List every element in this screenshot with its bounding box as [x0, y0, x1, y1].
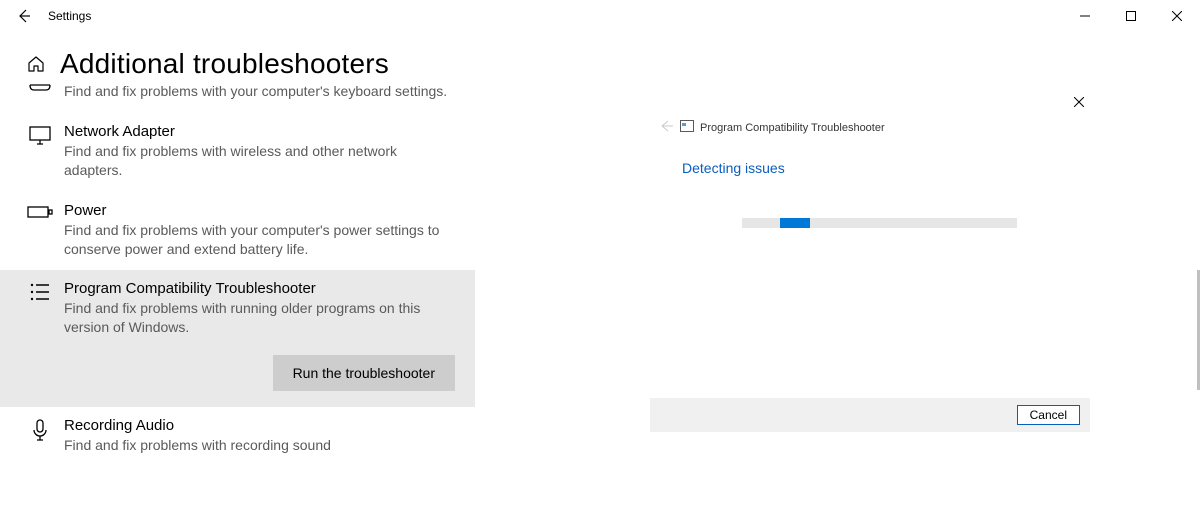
progress-bar: [742, 218, 1017, 228]
minimize-icon: [1080, 11, 1090, 21]
wizard-title: Program Compatibility Troubleshooter: [700, 122, 885, 134]
cancel-button[interactable]: Cancel: [1017, 405, 1080, 425]
run-troubleshooter-button[interactable]: Run the troubleshooter: [273, 355, 455, 391]
troubleshooter-title: Program Compatibility Troubleshooter: [64, 280, 455, 297]
home-icon[interactable]: [24, 52, 48, 76]
troubleshooter-desc: Find and fix problems with your computer…: [64, 82, 455, 101]
wizard-status: Detecting issues: [682, 160, 785, 176]
wizard-close-button[interactable]: [1074, 94, 1084, 110]
troubleshooter-title: Network Adapter: [64, 123, 455, 140]
close-icon: [1172, 11, 1182, 21]
keyboard-icon: [28, 84, 52, 94]
microphone-icon: [31, 419, 49, 443]
troubleshooter-recording-audio[interactable]: Recording Audio Find and fix problems wi…: [0, 407, 475, 467]
troubleshooter-title: Recording Audio: [64, 417, 455, 434]
battery-icon: [27, 204, 53, 220]
troubleshooter-keyboard[interactable]: Find and fix problems with your computer…: [0, 80, 475, 113]
wizard-back-icon[interactable]: [660, 120, 674, 135]
troubleshooter-program-compatibility[interactable]: Program Compatibility Troubleshooter Fin…: [0, 270, 475, 407]
troubleshooter-title: Power: [64, 202, 455, 219]
maximize-button[interactable]: [1108, 0, 1154, 32]
monitor-icon: [28, 125, 52, 147]
list-icon: [29, 282, 51, 302]
troubleshooter-desc: Find and fix problems with recording sou…: [64, 436, 455, 455]
troubleshooter-desc: Find and fix problems with wireless and …: [64, 142, 455, 180]
troubleshooter-network[interactable]: Network Adapter Find and fix problems wi…: [0, 113, 475, 192]
page-title: Additional troubleshooters: [60, 48, 389, 80]
minimize-button[interactable]: [1062, 0, 1108, 32]
troubleshooter-power[interactable]: Power Find and fix problems with your co…: [0, 192, 475, 271]
close-icon: [1074, 97, 1084, 107]
close-button[interactable]: [1154, 0, 1200, 32]
maximize-icon: [1126, 11, 1136, 21]
wizard-app-icon: [680, 120, 694, 135]
troubleshooter-desc: Find and fix problems with running older…: [64, 299, 455, 337]
window-title: Settings: [48, 9, 91, 23]
back-button[interactable]: [8, 8, 40, 24]
arrow-left-icon: [16, 8, 32, 24]
troubleshooter-wizard: Program Compatibility Troubleshooter Det…: [650, 92, 1090, 432]
progress-fill: [780, 218, 810, 228]
troubleshooter-desc: Find and fix problems with your computer…: [64, 221, 455, 259]
